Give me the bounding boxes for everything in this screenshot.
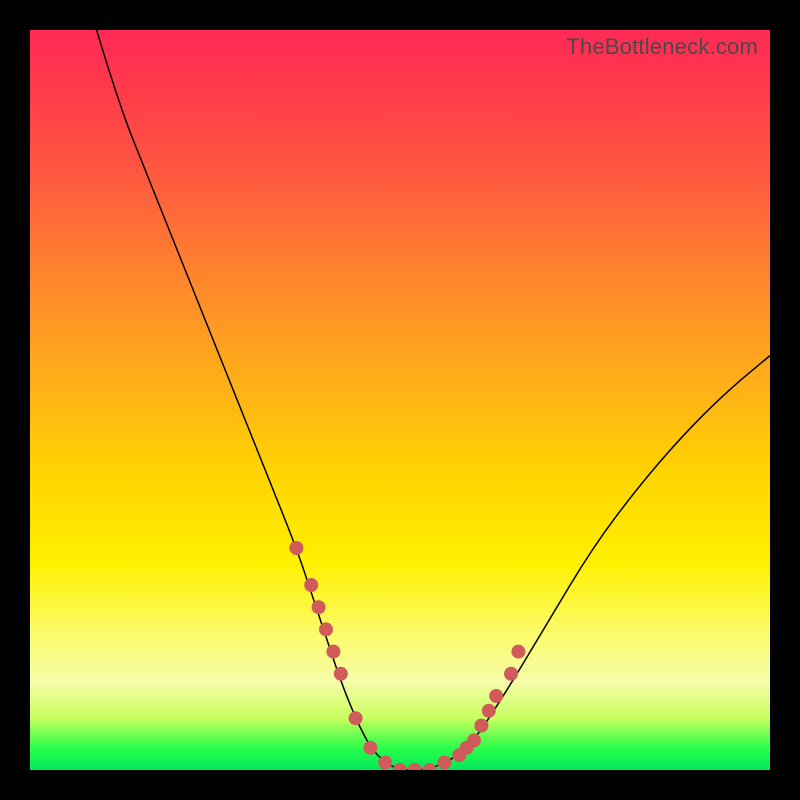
marker-point (326, 645, 340, 659)
marker-point (437, 756, 451, 770)
marker-point (312, 600, 326, 614)
marker-point (482, 704, 496, 718)
marker-point (378, 756, 392, 770)
marker-point (408, 763, 422, 770)
bottleneck-curve (97, 30, 770, 770)
plot-area: TheBottleneck.com (30, 30, 770, 770)
marker-point (467, 733, 481, 747)
marker-point (489, 689, 503, 703)
marker-point (334, 667, 348, 681)
chart-frame: TheBottleneck.com (0, 0, 800, 800)
marker-point (423, 763, 437, 770)
marker-point (319, 622, 333, 636)
marker-point (393, 763, 407, 770)
marker-point (349, 711, 363, 725)
marker-point (504, 667, 518, 681)
marker-point (289, 541, 303, 555)
marker-point (474, 719, 488, 733)
marker-point (511, 645, 525, 659)
chart-svg (30, 30, 770, 770)
marker-point (304, 578, 318, 592)
marker-group (289, 541, 525, 770)
marker-point (363, 741, 377, 755)
